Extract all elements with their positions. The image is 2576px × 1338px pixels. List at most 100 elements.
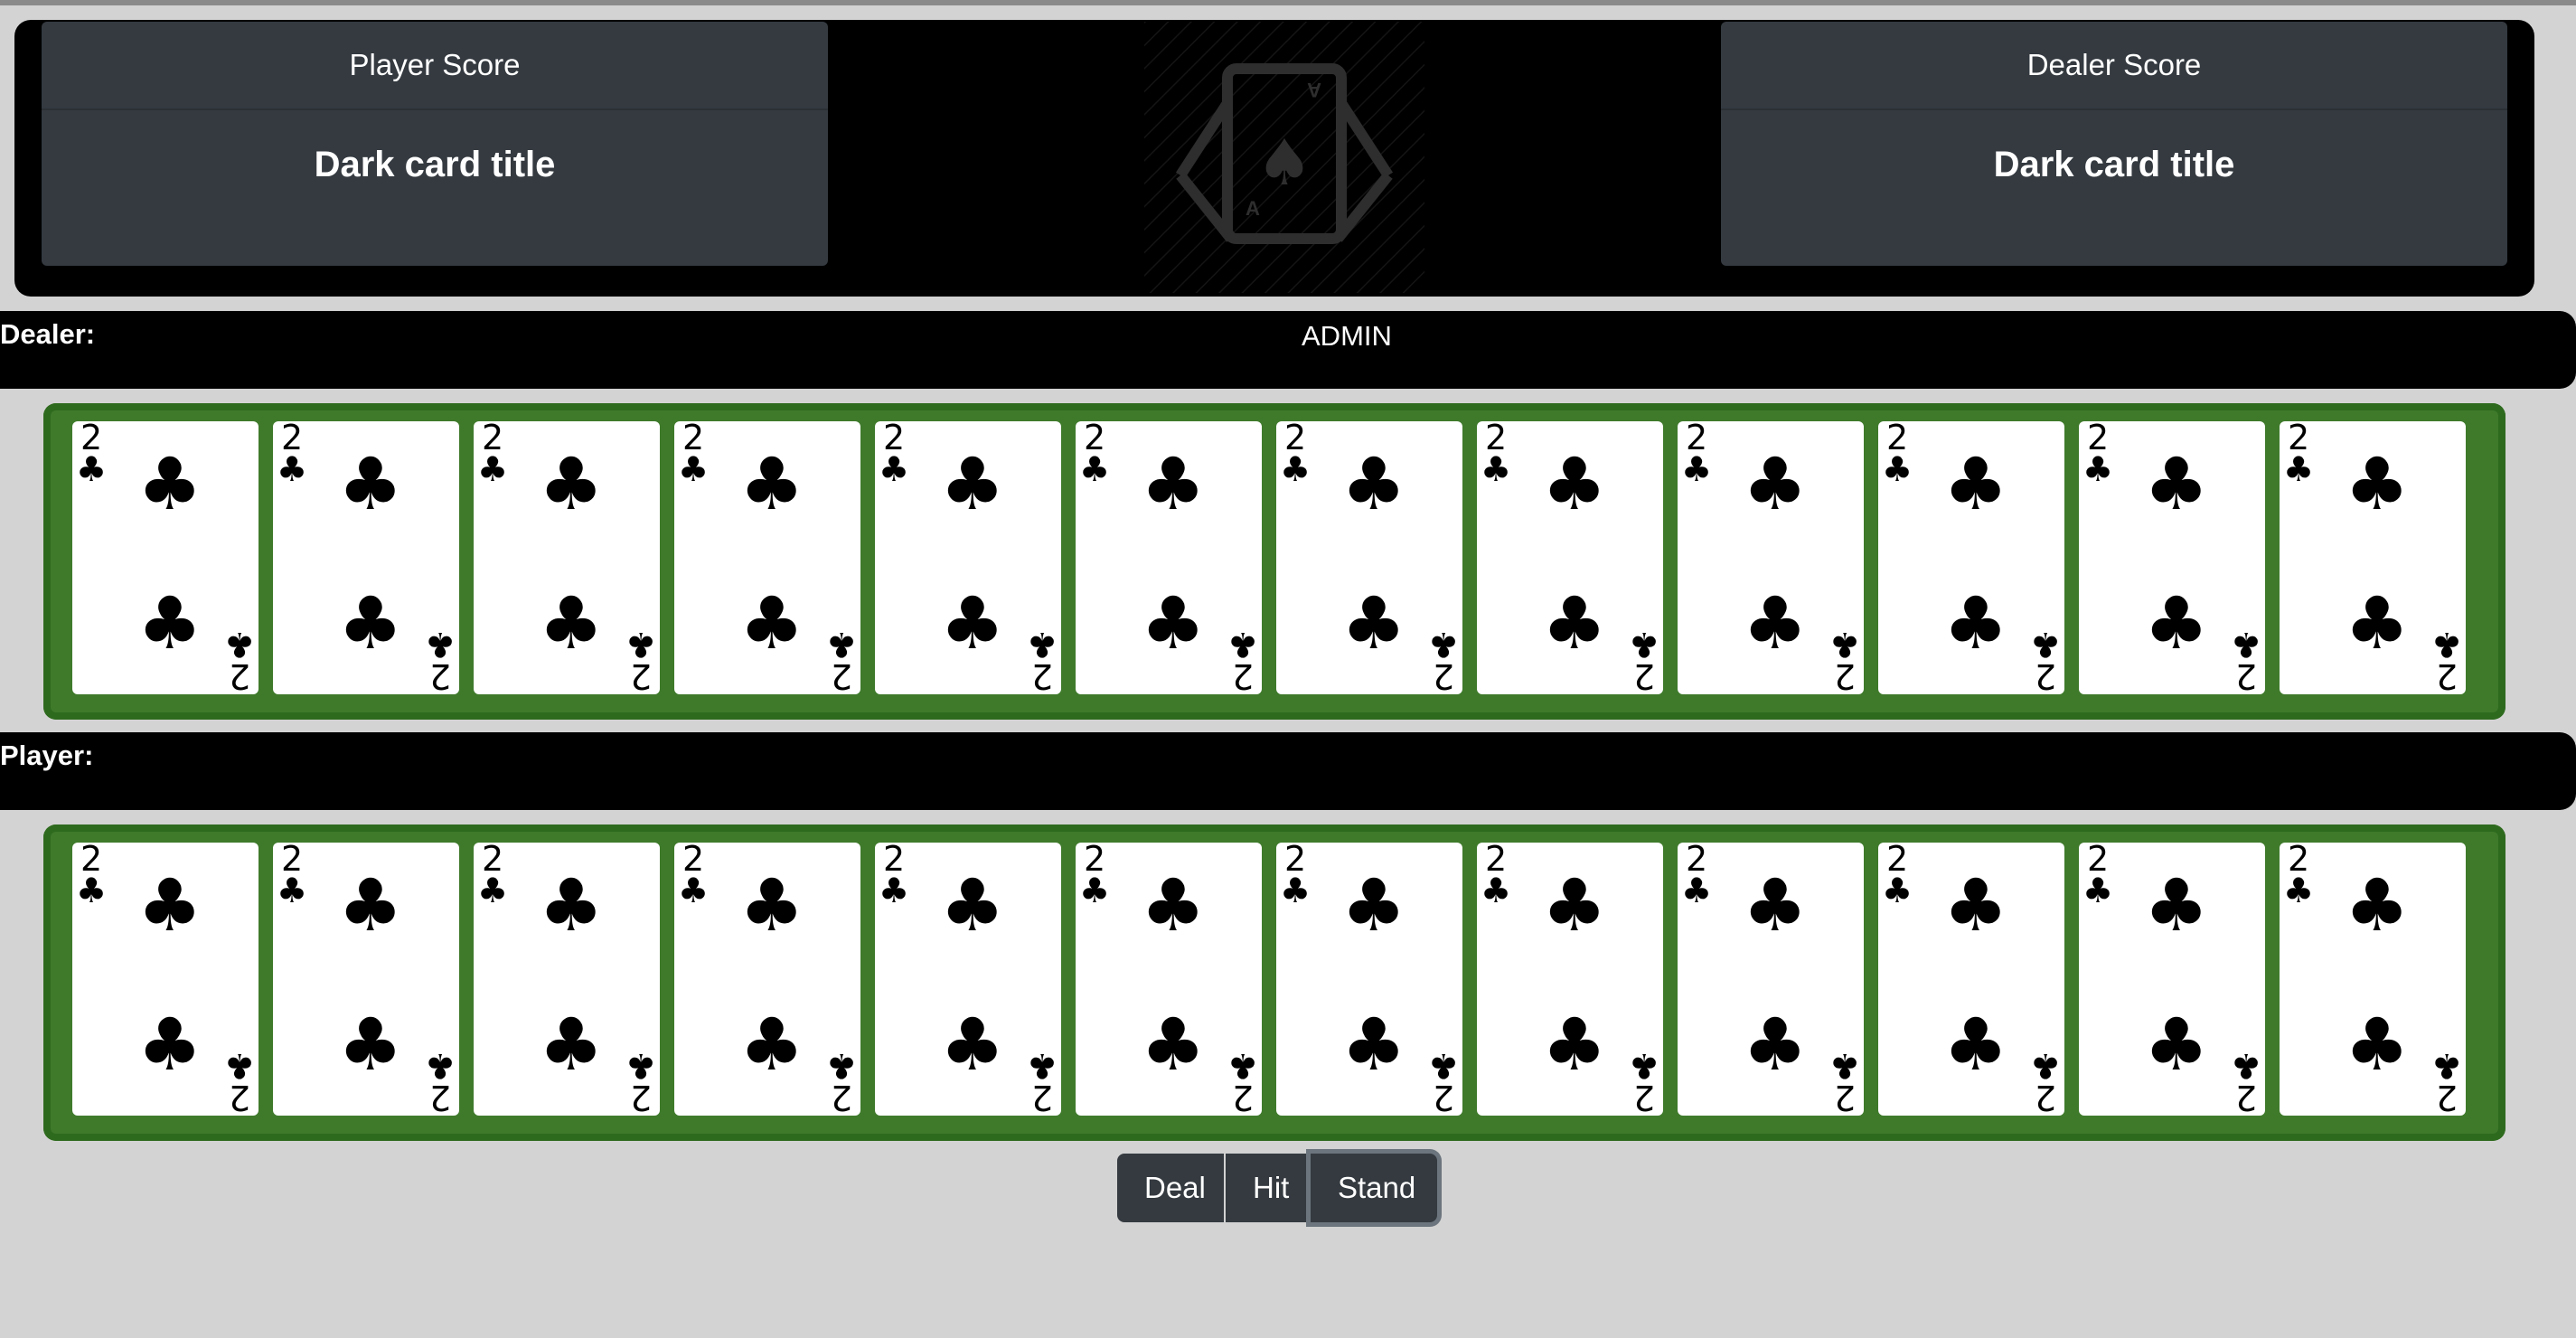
card-corner-top: 2 ♣ <box>477 421 508 486</box>
playing-card: 2 ♣ ♣ ♣ 2 ♣ <box>474 421 660 694</box>
playing-card: 2 ♣ ♣ ♣ 2 ♣ <box>875 421 1061 694</box>
card-pip: ♣ <box>1141 1003 1206 1087</box>
card-suit: ♣ <box>1026 625 1058 664</box>
action-buttons: Deal Hit Stand <box>1117 1154 1437 1222</box>
card-pip: ♣ <box>1743 863 1808 947</box>
card-suit: ♣ <box>277 449 308 489</box>
card-pip: ♣ <box>1141 581 1206 665</box>
card-suit: ♣ <box>1829 625 1860 664</box>
card-corner-bottom: 2 ♣ <box>625 1046 656 1116</box>
player-label: Player: <box>0 740 94 771</box>
dealer-label: Dealer: <box>0 318 96 350</box>
card-corner-top: 2 ♣ <box>678 843 710 910</box>
card-suit: ♣ <box>223 1046 255 1086</box>
card-pip: ♣ <box>2144 1003 2209 1087</box>
deal-button[interactable]: Deal <box>1117 1154 1224 1222</box>
card-pip: ♣ <box>1341 581 1406 665</box>
card-corner-top: 2 ♣ <box>1481 421 1511 486</box>
svg-text:♠: ♠ <box>1256 126 1313 200</box>
playing-card: 2 ♣ ♣ ♣ 2 ♣ <box>1276 421 1462 694</box>
card-suit: ♣ <box>1427 625 1459 664</box>
card-pip: ♣ <box>940 581 1005 665</box>
card-pip: ♣ <box>1943 442 2008 526</box>
card-pip: ♣ <box>1943 863 2008 947</box>
card-pip: ♣ <box>338 581 403 665</box>
card-pip: ♣ <box>2144 581 2209 665</box>
card-pip: ♣ <box>739 581 804 665</box>
card-pip: ♣ <box>137 442 202 526</box>
playing-card: 2 ♣ ♣ ♣ 2 ♣ <box>1276 843 1462 1116</box>
card-corner-top: 2 ♣ <box>1681 421 1713 489</box>
card-suit: ♣ <box>2283 449 2315 489</box>
playing-card: 2 ♣ ♣ ♣ 2 ♣ <box>1477 421 1663 694</box>
card-corner-bottom: 2 ♣ <box>826 625 857 694</box>
card-pip: ♣ <box>1542 863 1607 947</box>
logo-rank-top: A <box>1307 79 1321 101</box>
card-pip: ♣ <box>1743 1003 1808 1087</box>
card-corner-bottom: 2 ♣ <box>1629 625 1659 694</box>
playing-cards-icon: A A ♠ <box>1144 22 1424 293</box>
card-suit: ♣ <box>2430 1046 2462 1086</box>
card-suit: ♣ <box>1079 449 1111 489</box>
playing-card: 2 ♣ ♣ ♣ 2 ♣ <box>1678 421 1864 694</box>
card-pip: ♣ <box>2345 863 2410 947</box>
card-corner-top: 2 ♣ <box>277 421 308 489</box>
playing-card: 2 ♣ ♣ ♣ 2 ♣ <box>2280 843 2466 1116</box>
hit-button[interactable]: Hit <box>1226 1154 1309 1222</box>
card-corner-bottom: 2 ♣ <box>625 625 656 694</box>
card-corner-bottom: 2 ♣ <box>2030 1046 2061 1116</box>
card-corner-bottom: 2 ♣ <box>2030 625 2061 694</box>
card-suit: ♣ <box>1227 1046 1258 1086</box>
card-suit: ♣ <box>1681 449 1713 489</box>
playing-card: 2 ♣ ♣ ♣ 2 ♣ <box>1878 843 2064 1116</box>
card-corner-bottom: 2 ♣ <box>2431 625 2462 694</box>
card-corner-top: 2 ♣ <box>1882 843 1913 908</box>
card-suit: ♣ <box>2230 625 2261 664</box>
card-suit: ♣ <box>1628 1046 1659 1086</box>
card-pip: ♣ <box>539 863 604 947</box>
card-suit: ♣ <box>1481 871 1512 910</box>
card-corner-bottom: 2 ♣ <box>1628 1046 1659 1116</box>
card-suit: ♣ <box>2082 871 2114 910</box>
card-corner-top: 2 ♣ <box>879 843 909 908</box>
card-suit: ♣ <box>678 871 710 910</box>
player-label-bar: Player: <box>0 732 2576 810</box>
card-suit: ♣ <box>1280 449 1312 489</box>
card-pip: ♣ <box>137 581 202 665</box>
card-suit: ♣ <box>2230 1046 2261 1086</box>
playing-card: 2 ♣ ♣ ♣ 2 ♣ <box>273 843 459 1116</box>
playing-card: 2 ♣ ♣ ♣ 2 ♣ <box>1678 843 1864 1116</box>
stand-button[interactable]: Stand <box>1311 1154 1437 1222</box>
card-suit: ♣ <box>625 1046 656 1086</box>
player-score-card: Player Score Dark card title <box>42 22 828 266</box>
card-suit: ♣ <box>424 1046 456 1086</box>
playing-card: 2 ♣ ♣ ♣ 2 ♣ <box>1076 843 1262 1116</box>
card-pip: ♣ <box>2144 442 2209 526</box>
player-score-title: Dark card title <box>314 145 556 184</box>
dealer-hand: 2 ♣ ♣ ♣ 2 ♣ 2 ♣ ♣ ♣ 2 ♣ 2 ♣ ♣ ♣ 2 ♣ 2 ♣ ♣ ♣ 2 ♣ 2 ♣ ♣ ♣ 2 ♣ 2 ♣ ♣ ♣ 2 ♣ 2 ♣ ♣ ♣… <box>72 421 2466 694</box>
card-pip: ♣ <box>1943 1003 2008 1087</box>
player-table: 2 ♣ ♣ ♣ 2 ♣ 2 ♣ ♣ ♣ 2 ♣ 2 ♣ ♣ ♣ 2 ♣ 2 ♣ ♣ ♣ 2 ♣ 2 ♣ ♣ ♣ 2 ♣ 2 ♣ ♣ ♣ 2 ♣ 2 ♣ ♣ ♣… <box>43 824 2505 1141</box>
playing-card: 2 ♣ ♣ ♣ 2 ♣ <box>72 421 259 694</box>
card-corner-bottom: 2 ♣ <box>424 1046 456 1116</box>
card-pip: ♣ <box>1141 442 1206 526</box>
card-pip: ♣ <box>1743 442 1808 526</box>
dealer-score-header: Dealer Score <box>1721 22 2507 110</box>
card-suit: ♣ <box>1026 1046 1058 1086</box>
playing-card: 2 ♣ ♣ ♣ 2 ♣ <box>674 843 860 1116</box>
card-suit: ♣ <box>1882 449 1913 489</box>
card-corner-top: 2 ♣ <box>1280 421 1312 489</box>
player-score-header: Player Score <box>42 22 828 110</box>
card-corner-top: 2 ♣ <box>1681 843 1712 908</box>
card-pip: ♣ <box>2345 1003 2410 1087</box>
card-corner-top: 2 ♣ <box>1079 421 1111 489</box>
card-corner-bottom: 2 ♣ <box>2230 1046 2261 1116</box>
card-corner-top: 2 ♣ <box>2082 843 2114 910</box>
card-corner-bottom: 2 ♣ <box>1227 625 1258 694</box>
card-pip: ♣ <box>1743 581 1808 665</box>
card-suit: ♣ <box>678 449 710 489</box>
card-suit: ♣ <box>76 449 108 489</box>
card-corner-bottom: 2 ♣ <box>223 1046 255 1116</box>
dealer-score-title: Dark card title <box>1993 145 2235 184</box>
card-corner-bottom: 2 ♣ <box>1427 625 1459 694</box>
